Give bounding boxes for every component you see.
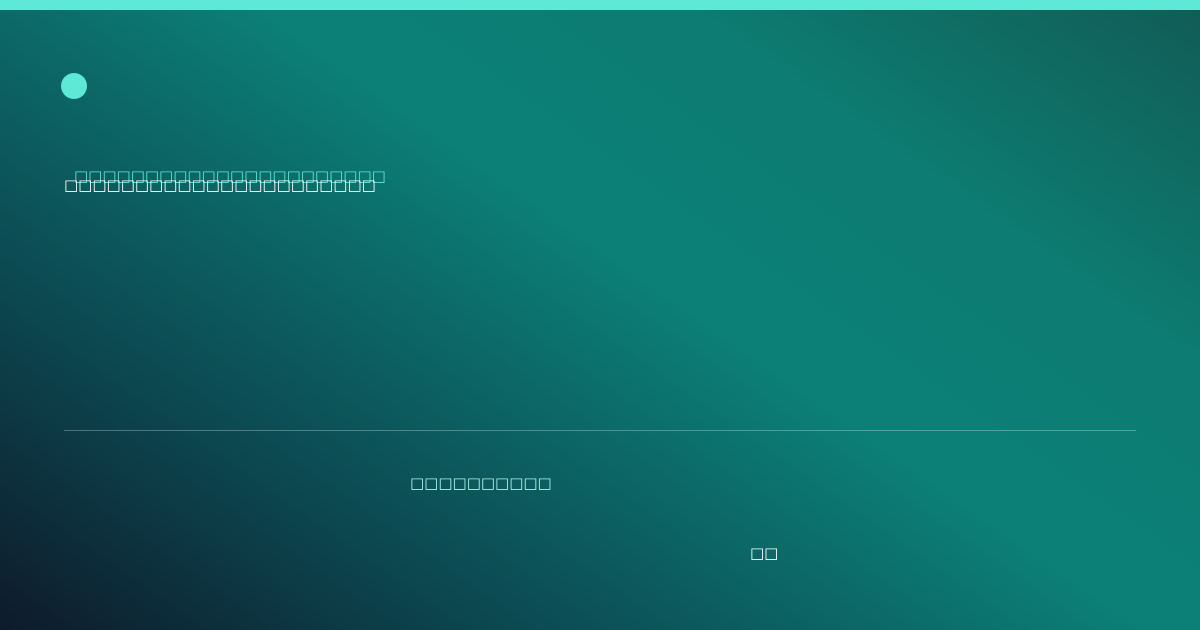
headline-main-text: □□□□□□□□□□□□□□□□□□□□□□ — [64, 176, 376, 194]
footer-text: □□□□□□□□□□ — [410, 474, 552, 492]
footer-small-text: □□ — [750, 544, 779, 562]
top-accent-bar — [0, 0, 1200, 10]
circle-logo-icon — [61, 73, 87, 99]
divider-line — [64, 430, 1136, 431]
